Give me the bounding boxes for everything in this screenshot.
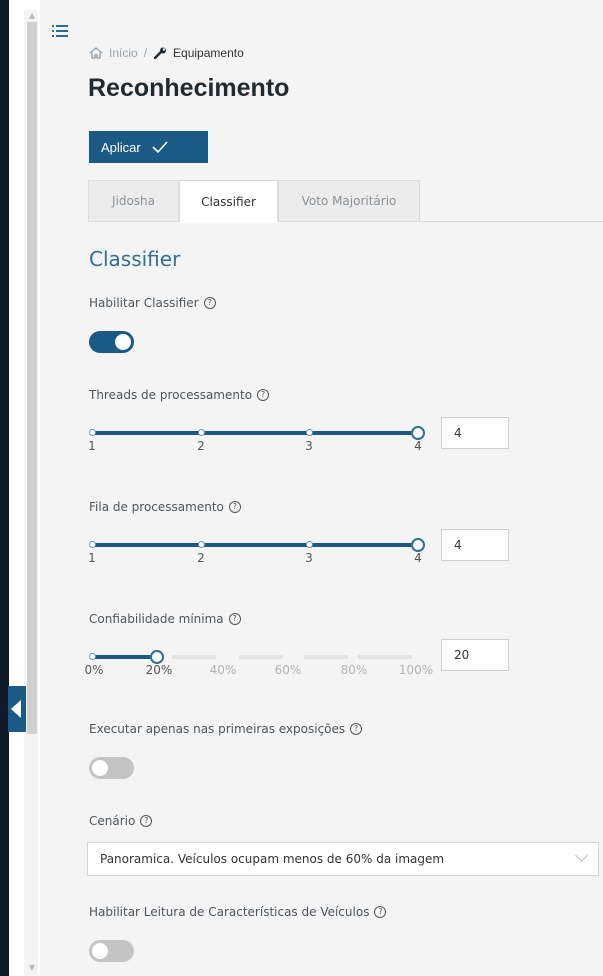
slider-step-dot[interactable] bbox=[198, 541, 205, 548]
breadcrumb-current: Equipamento bbox=[173, 46, 244, 60]
breadcrumb-home-link[interactable]: Início bbox=[109, 46, 138, 60]
home-icon bbox=[89, 47, 103, 59]
chevron-down-icon bbox=[575, 849, 588, 862]
vehicle-features-label-text: Habilitar Leitura de Características de … bbox=[89, 905, 370, 919]
sidebar-expand-button[interactable] bbox=[8, 686, 26, 732]
apply-button[interactable]: Aplicar bbox=[89, 131, 208, 163]
slider-handle[interactable] bbox=[411, 538, 425, 552]
slider-track-segment bbox=[358, 655, 412, 659]
slider-tick-label: 3 bbox=[305, 551, 313, 565]
scenario-label-text: Cenário bbox=[89, 814, 136, 828]
slider-tick-label: 60% bbox=[274, 663, 302, 677]
slider-fill bbox=[92, 431, 418, 435]
help-icon[interactable]: ? bbox=[203, 297, 216, 309]
enable-classifier-label-text: Habilitar Classifier bbox=[89, 296, 199, 310]
queue-label-text: Fila de processamento bbox=[89, 500, 224, 514]
slider-tick-label: 80% bbox=[340, 663, 368, 677]
wrench-icon bbox=[153, 47, 167, 59]
slider-tick-label: 0% bbox=[84, 663, 104, 677]
slider-track-segment bbox=[304, 655, 348, 659]
slider-handle[interactable] bbox=[411, 426, 425, 440]
min-confidence-label: Confiabilidade mínima ? bbox=[89, 612, 241, 626]
threads-label-text: Threads de processamento bbox=[89, 388, 253, 402]
threads-input[interactable]: 4 bbox=[441, 417, 509, 449]
help-icon[interactable]: ? bbox=[350, 723, 363, 735]
slider-tick-label: 2 bbox=[197, 439, 205, 453]
slider-tick-label: 4 bbox=[414, 551, 422, 565]
app-sidebar-collapsed bbox=[0, 0, 9, 976]
help-icon[interactable]: ? bbox=[374, 906, 387, 918]
scrollbar-thumb[interactable] bbox=[27, 22, 37, 734]
min-confidence-label-text: Confiabilidade mínima bbox=[89, 612, 224, 626]
slider-track-segment bbox=[172, 655, 216, 659]
vehicle-features-toggle[interactable] bbox=[89, 940, 134, 962]
vehicle-features-label: Habilitar Leitura de Características de … bbox=[89, 905, 387, 919]
slider-tick-label: 40% bbox=[209, 663, 237, 677]
help-icon[interactable]: ? bbox=[228, 613, 241, 625]
slider-tick-label: 4 bbox=[414, 439, 422, 453]
threads-label: Threads de processamento ? bbox=[89, 388, 270, 402]
tab-classifier[interactable]: Classifier bbox=[179, 180, 278, 223]
slider-tick-label: 100% bbox=[398, 663, 434, 677]
section-title: Classifier bbox=[89, 247, 181, 271]
help-icon[interactable]: ? bbox=[257, 389, 270, 401]
tab-bar: Jidosha Classifier Voto Majoritário bbox=[88, 180, 603, 223]
enable-classifier-label: Habilitar Classifier ? bbox=[89, 296, 216, 310]
queue-slider[interactable]: 1 2 3 4 bbox=[88, 536, 425, 566]
first-exposures-label-text: Executar apenas nas primeiras exposições bbox=[89, 722, 346, 736]
scenario-select-value: Panoramica. Veículos ocupam menos de 60%… bbox=[100, 852, 445, 866]
min-confidence-slider[interactable]: 0% 20% 40% 60% 80% 100% bbox=[84, 648, 433, 678]
slider-step-dot[interactable] bbox=[89, 429, 96, 436]
scenario-label: Cenário ? bbox=[89, 814, 153, 828]
slider-step-dot[interactable] bbox=[306, 541, 313, 548]
toggle-knob bbox=[115, 334, 131, 350]
page-title: Reconhecimento bbox=[88, 74, 290, 102]
first-exposures-toggle[interactable] bbox=[89, 757, 134, 779]
enable-classifier-toggle[interactable] bbox=[89, 331, 134, 353]
check-icon bbox=[152, 141, 168, 154]
chevron-left-icon bbox=[11, 700, 21, 718]
toggle-knob bbox=[92, 760, 108, 776]
slider-tick-label: 20% bbox=[145, 663, 173, 677]
toggle-knob bbox=[92, 943, 108, 959]
slider-tick-label: 3 bbox=[305, 439, 313, 453]
help-icon[interactable]: ? bbox=[228, 501, 241, 513]
slider-tick-label: 2 bbox=[197, 551, 205, 565]
slider-step-dot[interactable] bbox=[89, 653, 96, 660]
breadcrumb-separator: / bbox=[143, 46, 148, 60]
slider-track-segment bbox=[239, 655, 283, 659]
slider-fill bbox=[92, 543, 418, 547]
slider-step-dot[interactable] bbox=[198, 429, 205, 436]
help-icon[interactable]: ? bbox=[140, 815, 153, 827]
menu-list-icon[interactable] bbox=[52, 24, 68, 38]
slider-step-dot[interactable] bbox=[306, 429, 313, 436]
slider-tick-label: 1 bbox=[88, 551, 96, 565]
min-confidence-input[interactable]: 20 bbox=[441, 639, 509, 671]
tab-jidosha[interactable]: Jidosha bbox=[88, 180, 179, 222]
scenario-select[interactable]: Panoramica. Veículos ocupam menos de 60%… bbox=[87, 842, 599, 876]
queue-label: Fila de processamento ? bbox=[89, 500, 241, 514]
scroll-down-arrow-icon[interactable]: ▼ bbox=[28, 964, 36, 972]
slider-fill bbox=[92, 655, 157, 659]
slider-tick-label: 1 bbox=[88, 439, 96, 453]
first-exposures-label: Executar apenas nas primeiras exposições… bbox=[89, 722, 363, 736]
breadcrumb: Início / Equipamento bbox=[89, 46, 244, 60]
slider-step-dot[interactable] bbox=[89, 541, 96, 548]
sidebar-gutter bbox=[9, 0, 24, 976]
queue-input[interactable]: 4 bbox=[441, 529, 509, 561]
tab-voto-majoritario[interactable]: Voto Majoritário bbox=[278, 180, 420, 222]
slider-handle[interactable] bbox=[150, 650, 164, 664]
scroll-up-arrow-icon[interactable]: ▲ bbox=[28, 12, 36, 20]
apply-button-label: Aplicar bbox=[101, 139, 141, 155]
threads-slider[interactable]: 1 2 3 4 bbox=[88, 424, 425, 454]
